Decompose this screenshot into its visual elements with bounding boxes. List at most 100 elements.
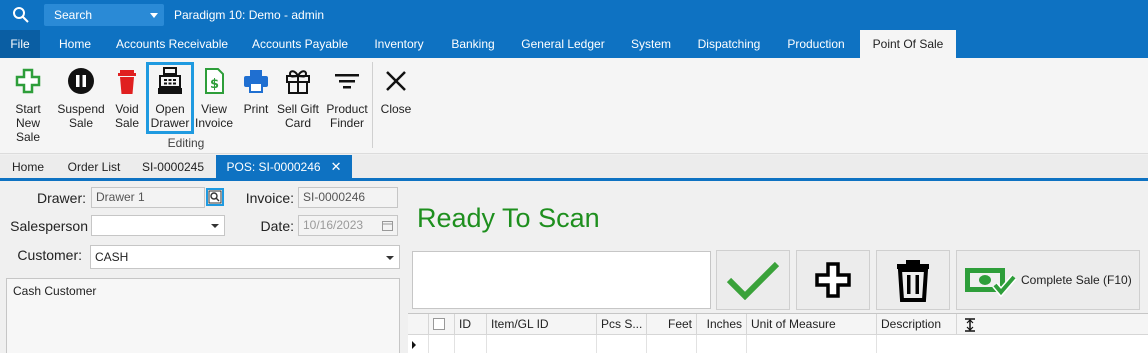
menu-tab-accounts-payable[interactable]: Accounts Payable [246,30,354,58]
grid-col-unit-of-measure[interactable]: Unit of Measure [746,314,876,335]
customer-value: CASH [95,250,129,264]
void-sale-button[interactable]: Void Sale [110,62,144,134]
start-new-sale-button[interactable]: Start New Sale [2,62,54,144]
view-invoice-button[interactable]: $ View Invoice [194,62,234,134]
pause-icon [68,68,94,94]
calendar-icon[interactable] [382,220,393,231]
menu-tab-dispatching[interactable]: Dispatching [690,30,768,58]
delete-item-button[interactable] [876,250,950,310]
search-icon[interactable] [12,6,30,24]
complete-sale-label: Complete Sale (F10) [1021,273,1132,287]
grid-col-pcs[interactable]: Pcs S... [596,314,646,335]
menu-tab-point-of-sale[interactable]: Point Of Sale [860,30,956,58]
row-indicator [408,335,428,353]
grid-col-description[interactable]: Description [876,314,956,335]
salesperson-select[interactable] [91,215,225,236]
menu-bar: File Home Accounts Receivable Accounts P… [0,30,1148,58]
date-label: Date: [260,218,294,234]
grid-col-id[interactable]: ID [454,314,486,335]
search-dropdown[interactable]: Search [44,4,164,26]
row-cell[interactable] [596,335,646,353]
ribbon: Start New Sale Suspend Sale Void Sale Op… [0,58,1148,154]
cash-check-icon [965,268,1017,297]
table-row[interactable] [408,335,1148,353]
open-drawer-label: Open Drawer [150,102,190,130]
product-finder-label: Product Finder [326,102,368,130]
lookup-icon [208,190,222,204]
invoice-icon: $ [205,68,224,94]
void-sale-label: Void Sale [114,102,140,130]
close-label: Close [380,102,412,116]
grid-header: ID Item/GL ID Pcs S... Feet Inches Unit … [408,314,1148,335]
scan-input[interactable] [412,251,711,309]
trash-icon [897,260,929,302]
title-bar: Search Paradigm 10: Demo - admin [0,0,1148,30]
chevron-down-icon [150,13,158,18]
doc-tab-pos-si-0000246[interactable]: POS: SI-0000246 ✕ [216,155,352,178]
customer-info-box: Cash Customer [6,278,400,353]
trash-icon [118,70,136,94]
filter-icon [335,74,359,89]
row-cell[interactable] [876,335,1148,353]
open-drawer-button[interactable]: Open Drawer [146,62,194,134]
plus-icon [815,262,851,298]
grid-col-feet[interactable]: Feet [646,314,696,335]
search-label: Search [54,8,93,22]
close-button[interactable]: Close [378,62,414,134]
menu-tab-accounts-receivable[interactable]: Accounts Receivable [110,30,234,58]
sell-gift-card-label: Sell Gift Card [276,102,319,130]
checkmark-icon [726,261,780,300]
scan-status: Ready To Scan [417,203,600,233]
customer-select[interactable]: CASH [90,245,400,269]
row-cell[interactable] [646,335,696,353]
invoice-field[interactable]: SI-0000246 [298,187,398,208]
menu-file[interactable]: File [0,30,40,58]
sale-form: Drawer: Drawer 1 Invoice: SI-0000246 Sal… [4,184,404,353]
menu-tab-inventory[interactable]: Inventory [366,30,432,58]
printer-icon [244,70,268,93]
grid-col-item-gl-id[interactable]: Item/GL ID [486,314,596,335]
plus-icon [15,68,41,94]
row-cell[interactable] [454,335,486,353]
column-autofit-icon[interactable] [956,314,982,335]
grid-col-inches[interactable]: Inches [696,314,746,335]
tab-close-icon[interactable]: ✕ [331,155,342,179]
accept-button[interactable] [716,250,790,310]
suspend-sale-label: Suspend Sale [57,102,105,130]
row-cell[interactable] [486,335,596,353]
salesperson-label: Salesperson [10,218,88,234]
drawer-lookup-button[interactable] [206,188,224,206]
print-button[interactable]: Print [238,62,274,134]
view-invoice-label: View Invoice [194,102,234,130]
chevron-down-icon [211,224,219,228]
app-title: Paradigm 10: Demo - admin [174,8,325,22]
complete-sale-button[interactable]: Complete Sale (F10) [956,250,1140,310]
close-icon [386,71,406,91]
add-item-button[interactable] [796,250,870,310]
menu-tab-production[interactable]: Production [780,30,852,58]
invoice-label: Invoice: [245,190,294,206]
drawer-field[interactable]: Drawer 1 [91,187,205,208]
date-field[interactable]: 10/16/2023 [298,215,398,236]
menu-tab-banking[interactable]: Banking [444,30,502,58]
line-items-grid: ID Item/GL ID Pcs S... Feet Inches Unit … [408,313,1148,353]
doc-tab-home[interactable]: Home [4,157,52,178]
row-cell[interactable] [696,335,746,353]
menu-tab-general-ledger[interactable]: General Ledger [514,30,612,58]
svg-text:$: $ [210,77,219,92]
print-label: Print [243,102,269,116]
menu-tab-system[interactable]: System [624,30,678,58]
select-all-checkbox[interactable] [433,318,445,330]
product-finder-button[interactable]: Product Finder [324,62,370,134]
ribbon-separator [372,62,373,148]
row-cell[interactable] [428,335,454,353]
menu-tab-home[interactable]: Home [48,30,102,58]
doc-tab-si-0000245[interactable]: SI-0000245 [136,157,210,178]
doc-tab-order-list[interactable]: Order List [60,157,128,178]
document-tabs: Home Order List SI-0000245 POS: SI-00002… [0,155,1148,181]
suspend-sale-button[interactable]: Suspend Sale [56,62,106,134]
cash-register-icon [158,67,182,94]
grid-select-all[interactable] [428,314,454,335]
row-cell[interactable] [746,335,876,353]
sell-gift-card-button[interactable]: Sell Gift Card [276,62,320,134]
